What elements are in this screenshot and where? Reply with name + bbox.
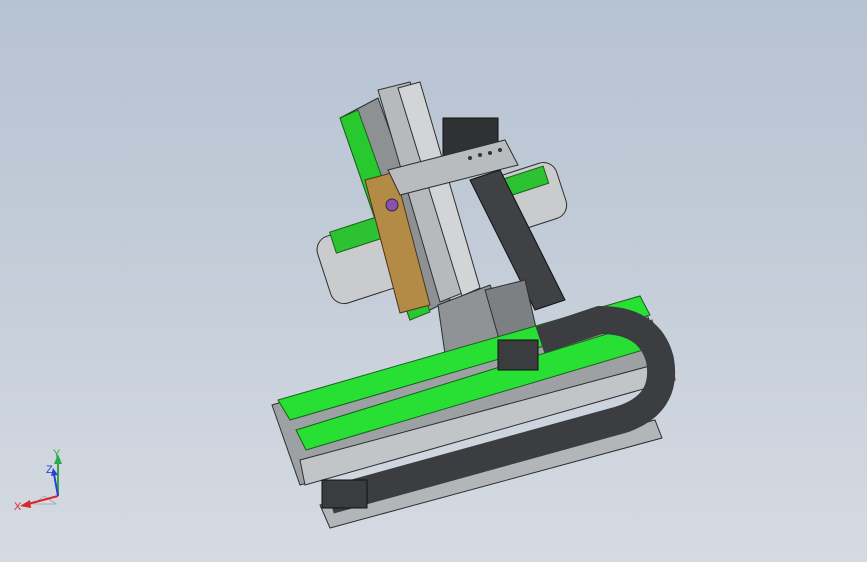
assembly-model[interactable]: [0, 0, 867, 562]
cad-viewport[interactable]: Y Z X: [0, 0, 867, 562]
chain-start-block: [321, 479, 368, 509]
z-axis-label: Z: [46, 464, 53, 476]
orientation-triad: Y Z X: [12, 448, 82, 520]
y-axis-label: Y: [53, 448, 61, 460]
triad-icon: Y Z X: [14, 448, 62, 513]
chain-end-block: [497, 339, 539, 371]
x-axis-label: X: [14, 501, 22, 513]
sensor-marker: [385, 198, 399, 212]
